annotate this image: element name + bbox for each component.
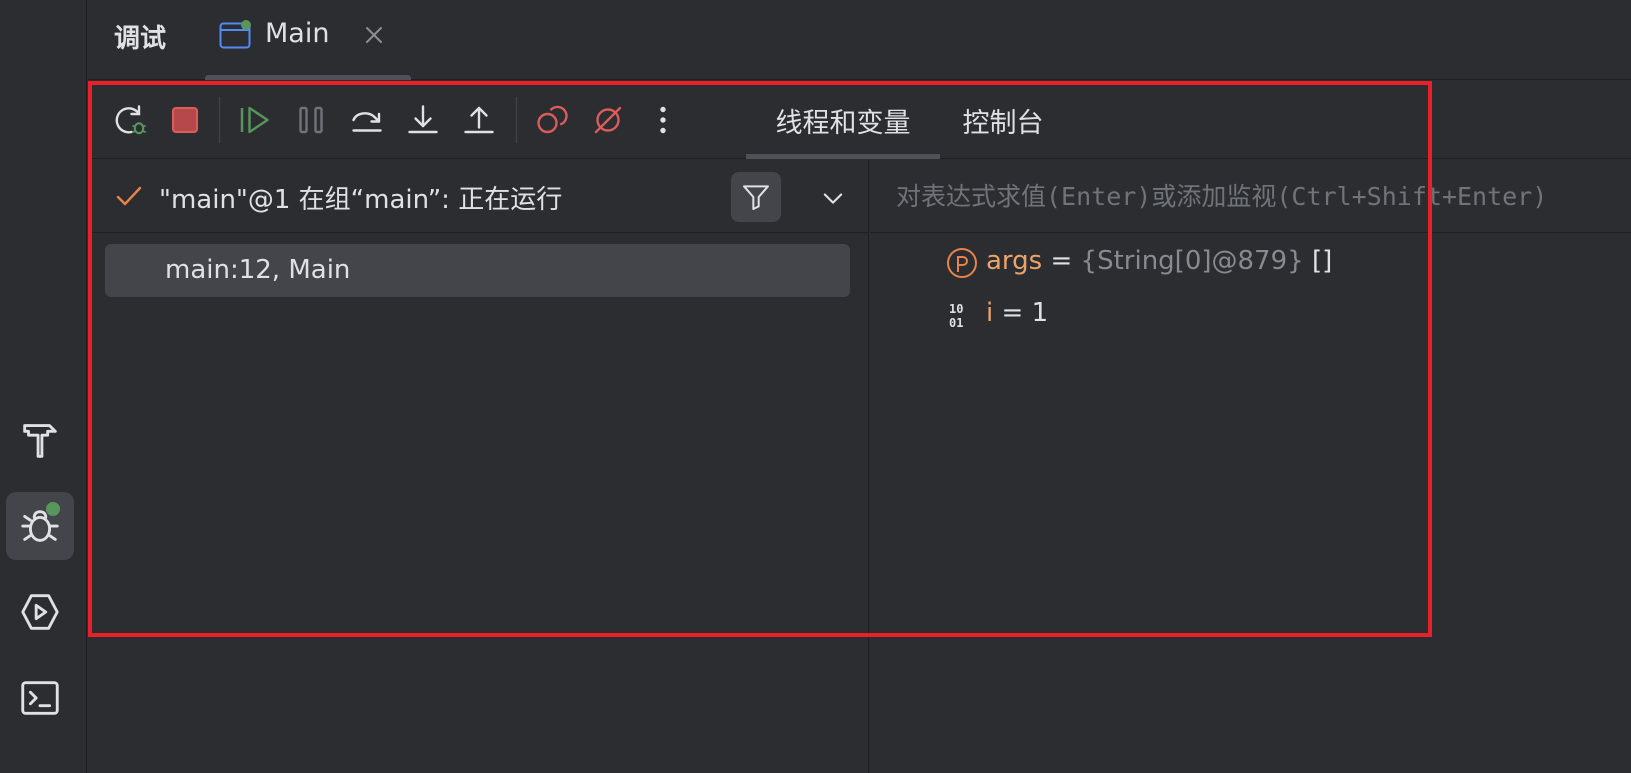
- more-vertical-icon: [660, 106, 666, 134]
- application-icon: [219, 20, 251, 49]
- mute-breakpoints-icon: [594, 106, 622, 134]
- variable-name: args: [986, 246, 1043, 276]
- toolbar-separator: [516, 97, 517, 143]
- filter-icon: [743, 185, 769, 210]
- tool-strip: [0, 0, 87, 773]
- more-options-button[interactable]: [643, 100, 683, 140]
- rerun-debug-icon: [115, 105, 146, 135]
- parameter-icon: [947, 248, 977, 278]
- services-tool-button[interactable]: [6, 578, 74, 646]
- terminal-tool-button[interactable]: [6, 664, 74, 732]
- frames-pane: "main"@1 在组“main”: 正在运行 main:12, Main: [88, 160, 869, 773]
- view-breakpoints-button[interactable]: [532, 100, 572, 140]
- variable-text: i = 1: [986, 298, 1048, 328]
- variable-text: args = {String[0]@879} []: [986, 246, 1332, 276]
- debug-tool-button[interactable]: [6, 492, 74, 560]
- evaluate-expression-input[interactable]: [870, 160, 1631, 233]
- thread-selector[interactable]: "main"@1 在组“main”: 正在运行: [88, 160, 868, 233]
- stop-button[interactable]: [165, 100, 205, 140]
- resume-button[interactable]: [234, 100, 274, 140]
- tab-main-indicator: [205, 75, 411, 80]
- filter-button[interactable]: [731, 172, 781, 222]
- breakpoints-icon: [537, 105, 568, 134]
- mute-breakpoints-button[interactable]: [588, 100, 628, 140]
- rerun-debug-button[interactable]: [110, 100, 150, 140]
- pause-icon: [299, 106, 323, 134]
- thread-label: "main"@1 在组“main”: 正在运行: [159, 185, 563, 215]
- hammer-icon: [23, 424, 57, 458]
- terminal-icon: [21, 681, 59, 715]
- pause-button[interactable]: [291, 100, 331, 140]
- resume-icon: [240, 106, 269, 134]
- tab-console[interactable]: 控制台: [948, 81, 1058, 159]
- debug-toolbar: 线程和变量 控制台: [88, 81, 1631, 159]
- chevron-down-icon[interactable]: [819, 184, 847, 212]
- svg-text:01: 01: [949, 316, 963, 330]
- running-indicator: [46, 502, 60, 516]
- primitive-icon: 10 01: [949, 302, 963, 330]
- tab-threads-variables[interactable]: 线程和变量: [746, 81, 940, 159]
- variable-value: 1: [1031, 298, 1049, 328]
- check-icon: [116, 186, 142, 206]
- debug-tool-window: 调试 Main 线程和变量 控制台 "main"@1 在组“main”: 正在运…: [0, 0, 1631, 773]
- variable-type: {String[0]@879}: [1080, 246, 1304, 276]
- variables-pane: args = {String[0]@879} [] 10 01 i = 1: [870, 160, 1631, 773]
- tab-console-label: 控制台: [962, 107, 1044, 139]
- tab-threads-variables-label: 线程和变量: [775, 107, 911, 139]
- step-into-button[interactable]: [403, 100, 443, 140]
- tab-active-indicator: [746, 154, 940, 159]
- tab-main-label: Main: [265, 18, 330, 49]
- step-out-button[interactable]: [459, 100, 499, 140]
- services-icon: [21, 594, 59, 630]
- step-into-icon: [408, 105, 438, 134]
- step-over-icon: [352, 112, 382, 132]
- build-tool-button[interactable]: [6, 405, 74, 473]
- step-over-button[interactable]: [347, 100, 387, 140]
- svg-text:10: 10: [949, 302, 963, 316]
- toolbar-separator: [219, 97, 220, 143]
- tab-main[interactable]: Main: [205, 0, 411, 80]
- variable-equals: =: [993, 298, 1032, 328]
- tool-window-header: 调试 Main: [88, 0, 1631, 80]
- variable-equals: =: [1042, 246, 1081, 276]
- close-icon[interactable]: [363, 24, 385, 46]
- frame-label: main:12, Main: [165, 255, 351, 285]
- variable-value: []: [1303, 246, 1333, 276]
- panel-title: 调试: [114, 24, 167, 54]
- frame-list-item[interactable]: main:12, Main: [105, 244, 850, 297]
- step-out-icon: [464, 106, 494, 134]
- stop-icon: [171, 106, 199, 134]
